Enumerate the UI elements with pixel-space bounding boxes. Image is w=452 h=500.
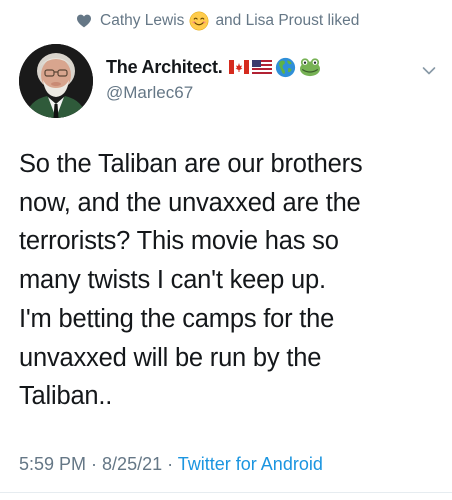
- avatar[interactable]: [19, 44, 93, 118]
- smiling-face-icon: [190, 11, 209, 31]
- tweet-text-line: many twists I can't keep up.: [19, 266, 326, 295]
- tweet-text-line: I'm betting the camps for the: [19, 304, 335, 333]
- tweet-header: The Architect. @Marlec67: [106, 55, 321, 103]
- tweet-source-link[interactable]: Twitter for Android: [178, 454, 323, 474]
- liked-by-rest: and Lisa Proust liked: [215, 12, 360, 29]
- tweet-text-line: Taliban..: [19, 382, 113, 411]
- usa-flag-icon: [251, 60, 272, 74]
- chevron-down-icon[interactable]: [422, 66, 436, 76]
- name-emojis: [228, 57, 321, 78]
- divider: [0, 492, 452, 493]
- name-row: The Architect.: [106, 55, 321, 79]
- tweet-date[interactable]: 8/25/21: [102, 454, 162, 474]
- tweet-text-line: unvaxxed will be run by the: [19, 343, 322, 372]
- canada-flag-icon: [228, 60, 249, 74]
- globe-americas-icon: [275, 57, 295, 77]
- social-context: Cathy Lewis and Lisa Proust liked: [76, 10, 359, 32]
- tweet-text-line: So the Taliban are our brothers: [19, 150, 363, 178]
- display-name[interactable]: The Architect.: [106, 57, 223, 78]
- meta-separator: ·: [162, 454, 178, 474]
- tweet-meta: 5:59 PM · 8/25/21 · Twitter for Android: [19, 454, 323, 475]
- tweet-text-line: now, and the unvaxxed are the: [19, 188, 361, 217]
- frog-face-icon: [299, 58, 320, 77]
- tweet-time[interactable]: 5:59 PM: [19, 454, 86, 474]
- tweet-text: So the Taliban are our brothers now, and…: [19, 145, 439, 416]
- user-handle[interactable]: @Marlec67: [106, 83, 321, 103]
- tweet-card[interactable]: Cathy Lewis and Lisa Proust liked The Ar…: [0, 0, 452, 500]
- avatar-image: [19, 44, 93, 118]
- heart-icon: [77, 14, 91, 28]
- meta-separator: ·: [86, 454, 103, 474]
- liker-name[interactable]: Cathy Lewis: [100, 12, 184, 30]
- tweet-text-line: terrorists? This movie has so: [19, 227, 339, 256]
